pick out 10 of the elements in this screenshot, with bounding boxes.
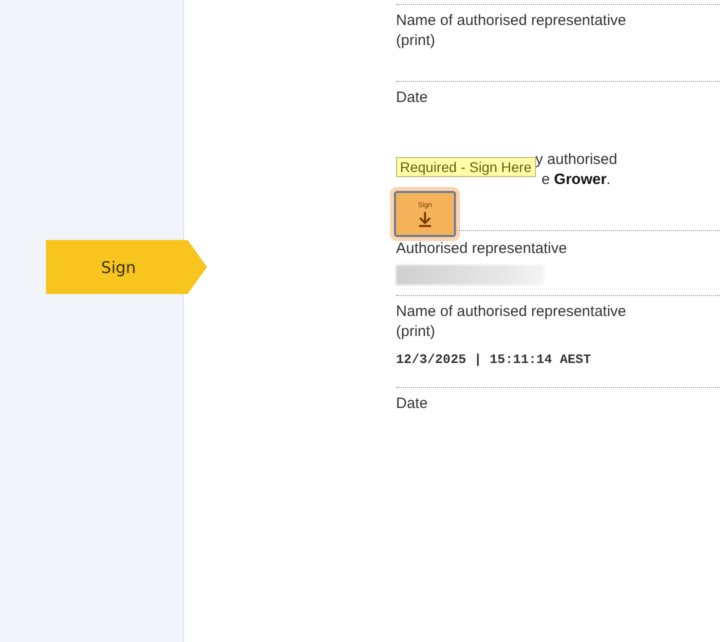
field-label: Date xyxy=(396,394,429,414)
sign-tab[interactable]: Sign xyxy=(46,240,207,294)
execution-statement: e Grower. xyxy=(542,170,612,190)
field-label: Date xyxy=(396,88,429,108)
download-icon xyxy=(418,210,432,226)
field-label: Name of authorised representative (print) xyxy=(396,302,628,342)
field-label: Name of authorised representative (print) xyxy=(396,11,628,51)
tooltip: Required - Sign Here xyxy=(396,157,536,177)
field-label: Authorised representative xyxy=(396,239,568,259)
timestamp: 12/3/2025 | 15:11:14 AEST xyxy=(396,352,592,367)
